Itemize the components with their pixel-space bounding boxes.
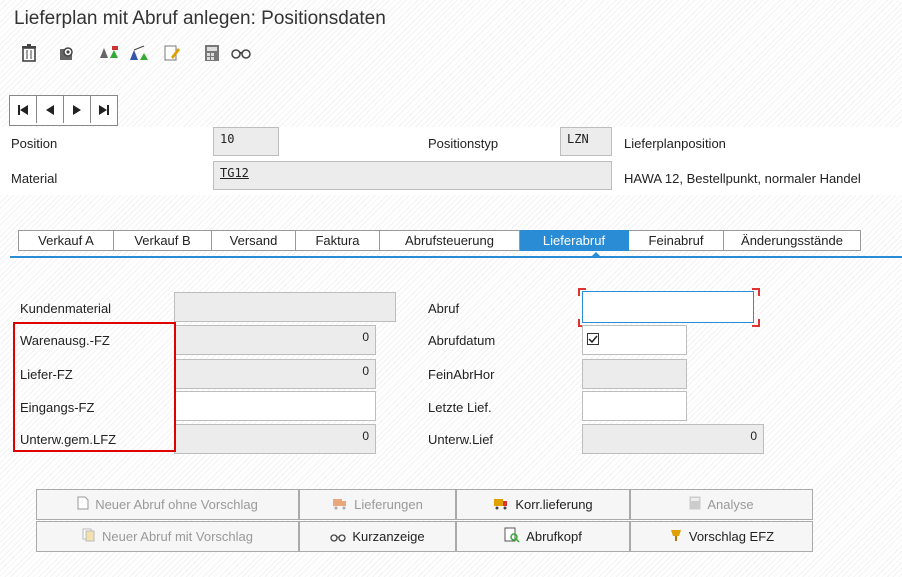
- abruf-input[interactable]: [582, 291, 754, 323]
- neuer-abruf-mit-vorschlag-label: Neuer Abruf mit Vorschlag: [101, 529, 254, 544]
- previous-record-button[interactable]: [37, 96, 64, 123]
- positionstyp-text: Lieferplanposition: [624, 136, 726, 151]
- view-icon[interactable]: [56, 42, 78, 64]
- vorschlag-efz-label: Vorschlag EFZ: [688, 529, 775, 544]
- focus-corner-tr: [752, 288, 760, 296]
- kundenmaterial-field: [174, 292, 396, 322]
- abrufkopf-button[interactable]: Abrufkopf: [456, 521, 630, 552]
- neuer-abruf-ohne-vorschlag-button[interactable]: Neuer Abruf ohne Vorschlag: [36, 489, 299, 520]
- positionstyp-label: Positionstyp: [428, 136, 499, 151]
- analyse-label: Analyse: [707, 497, 754, 512]
- blank-document-icon: [77, 496, 89, 513]
- kundenmaterial-label: Kundenmaterial: [20, 301, 112, 316]
- unterw-lief-field: 0: [582, 424, 764, 454]
- feinabrhor-label: FeinAbrHor: [428, 367, 495, 382]
- abrufdatum-field: [582, 325, 687, 355]
- first-record-button[interactable]: [10, 96, 37, 123]
- lieferungen-button[interactable]: Lieferungen: [299, 489, 456, 520]
- abrufdatum-label: Abrufdatum: [428, 333, 496, 348]
- tab-strip: Verkauf A Verkauf B Versand Faktura Abru…: [18, 230, 861, 252]
- focus-corner-tl: [578, 288, 586, 296]
- record-navigation: [9, 95, 118, 126]
- edit-note-icon[interactable]: [161, 42, 183, 64]
- position-field: 10: [213, 127, 279, 156]
- calculator-icon: [689, 496, 701, 513]
- material-label: Material: [11, 171, 58, 186]
- pin-icon: [669, 528, 683, 545]
- next-record-button[interactable]: [64, 96, 91, 123]
- tab-versand[interactable]: Versand: [212, 230, 296, 251]
- tab-underline: [10, 256, 902, 258]
- abruf-label: Abruf: [428, 301, 460, 316]
- glasses-icon[interactable]: [230, 42, 252, 64]
- position-label: Position: [11, 136, 58, 151]
- tab-abrufsteuerung[interactable]: Abrufsteuerung: [380, 230, 520, 251]
- truck-icon: [493, 496, 509, 513]
- eingangs-fz-input[interactable]: [174, 391, 376, 421]
- kurzanzeige-label: Kurzanzeige: [352, 529, 425, 544]
- lieferungen-label: Lieferungen: [354, 497, 423, 512]
- tab-faktura[interactable]: Faktura: [296, 230, 380, 251]
- abrufdatum-checkbox[interactable]: [587, 333, 599, 345]
- analyse-button[interactable]: Analyse: [630, 489, 813, 520]
- vorschlag-efz-button[interactable]: Vorschlag EFZ: [630, 521, 813, 552]
- warenausg-fz-field: 0: [174, 325, 376, 355]
- abrufkopf-label: Abrufkopf: [526, 529, 582, 544]
- feinabrhor-field: [582, 359, 687, 389]
- focus-corner-br: [752, 319, 760, 327]
- korr-lieferung-button[interactable]: Korr.lieferung: [456, 489, 630, 520]
- kurzanzeige-button[interactable]: Kurzanzeige: [299, 521, 456, 552]
- letzte-lief-input[interactable]: [582, 391, 687, 421]
- tab-verkauf-b[interactable]: Verkauf B: [114, 230, 212, 251]
- balance-icon[interactable]: [128, 42, 150, 64]
- unterw-lief-label: Unterw.Lief: [428, 432, 494, 447]
- tab-verkauf-a[interactable]: Verkauf A: [18, 230, 114, 251]
- tab-aenderungsstaende[interactable]: Änderungsstände: [724, 230, 861, 251]
- calculator-icon[interactable]: [201, 42, 223, 64]
- last-record-button[interactable]: [91, 96, 117, 123]
- material-text: HAWA 12, Bestellpunkt, normaler Handel: [624, 171, 861, 186]
- scales-icon[interactable]: [98, 42, 120, 64]
- document-search-icon: [504, 527, 520, 546]
- tab-lieferabruf[interactable]: Lieferabruf: [520, 230, 629, 251]
- letzte-lief-label: Letzte Lief.: [428, 400, 492, 415]
- neuer-abruf-ohne-vorschlag-label: Neuer Abruf ohne Vorschlag: [95, 497, 258, 512]
- glasses-icon: [330, 529, 347, 545]
- korr-lieferung-label: Korr.lieferung: [515, 497, 593, 512]
- copy-document-icon: [82, 528, 96, 545]
- page-title: Lieferplan mit Abruf anlegen: Positionsd…: [14, 8, 386, 29]
- unterw-gem-lfz-field: 0: [174, 424, 376, 454]
- highlight-box: [13, 322, 176, 452]
- truck-icon: [332, 496, 348, 513]
- tab-feinabruf[interactable]: Feinabruf: [629, 230, 724, 251]
- positionstyp-field: LZN: [560, 127, 612, 156]
- liefer-fz-field: 0: [174, 359, 376, 389]
- active-tab-pointer: [591, 252, 601, 257]
- trash-icon[interactable]: [18, 42, 40, 64]
- neuer-abruf-mit-vorschlag-button[interactable]: Neuer Abruf mit Vorschlag: [36, 521, 299, 552]
- material-field: TG12: [213, 161, 612, 190]
